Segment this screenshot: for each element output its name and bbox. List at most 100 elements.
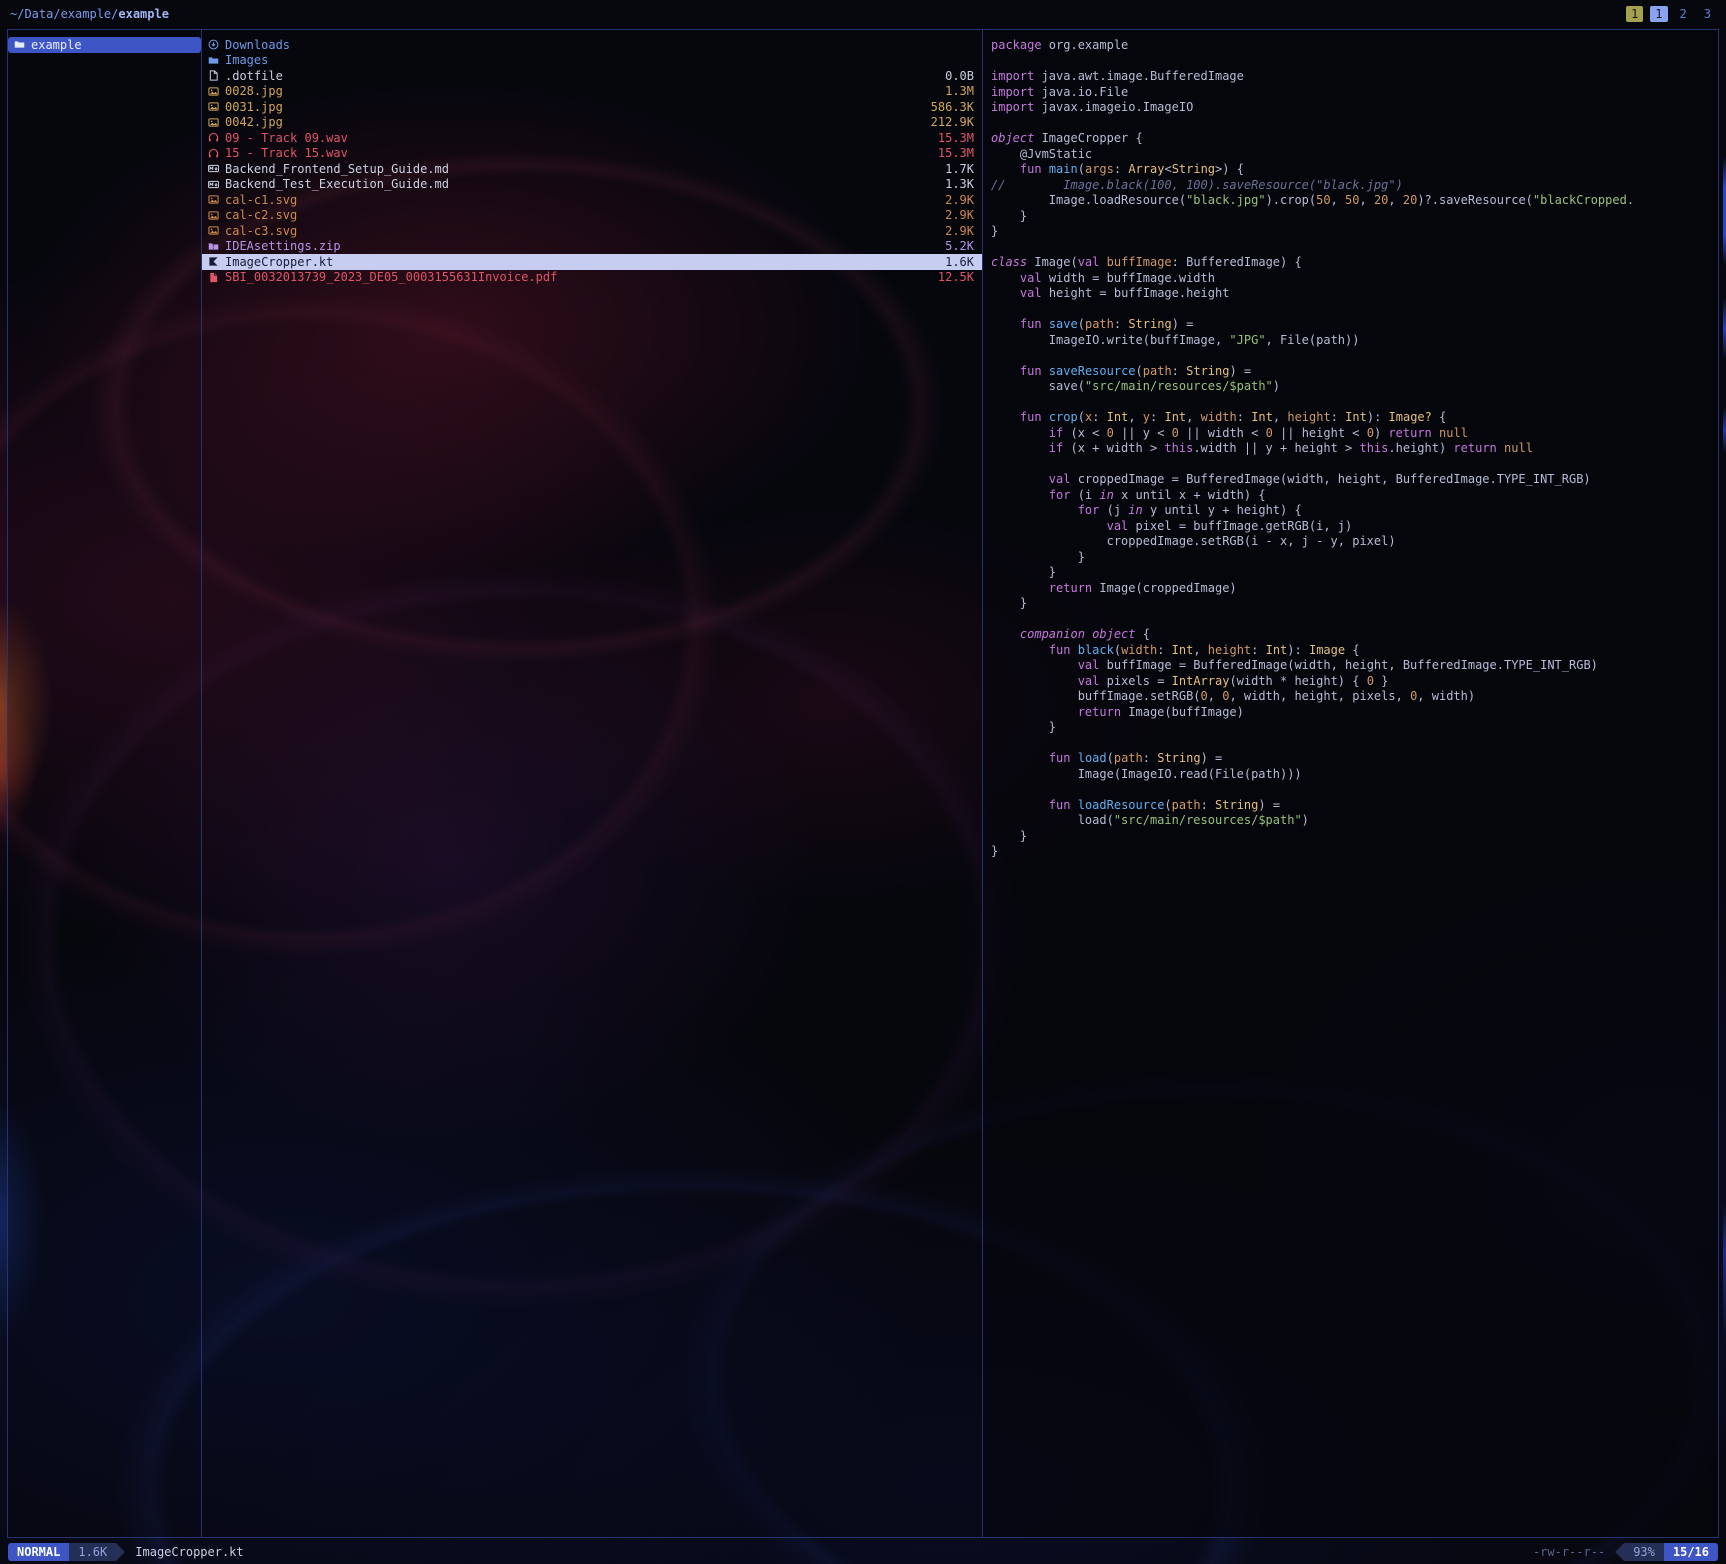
cursor-position-badge: 15/16 bbox=[1664, 1543, 1718, 1561]
code-line: val width = buffImage.width bbox=[991, 271, 1718, 287]
code-line: } bbox=[991, 596, 1718, 612]
code-line: ImageIO.write(buffImage, "JPG", File(pat… bbox=[991, 333, 1718, 349]
code-line: val pixels = IntArray(width * height) { … bbox=[991, 674, 1718, 690]
zip-icon bbox=[208, 241, 225, 252]
file-row[interactable]: IDEAsettings.zip5.2K bbox=[202, 239, 982, 255]
file-size: 15.3M bbox=[938, 146, 974, 160]
tab-bar: 1123 bbox=[1619, 6, 1716, 22]
file-size: 15.3M bbox=[938, 131, 974, 145]
image-icon bbox=[208, 86, 225, 97]
code-line: val buffImage = BufferedImage(width, hei… bbox=[991, 658, 1718, 674]
code-line bbox=[991, 782, 1718, 798]
powerline-arrow-icon bbox=[116, 1543, 125, 1561]
code-line: class Image(val buffImage: BufferedImage… bbox=[991, 255, 1718, 271]
file-row[interactable]: SBI_0032013739_2023_DE05_0003155631Invoi… bbox=[202, 270, 982, 286]
code-line: import java.io.File bbox=[991, 85, 1718, 101]
code-line: croppedImage.setRGB(i - x, j - y, pixel) bbox=[991, 534, 1718, 550]
code-line: } bbox=[991, 720, 1718, 736]
file-size: 1.6K bbox=[945, 255, 974, 269]
code-line: fun black(width: Int, height: Int): Imag… bbox=[991, 643, 1718, 659]
tab-3[interactable]: 3 bbox=[1699, 6, 1716, 22]
file-list-pane[interactable]: DownloadsImages.dotfile0.0B0028.jpg1.3M0… bbox=[202, 30, 982, 1537]
file-name: 0042.jpg bbox=[225, 115, 921, 129]
code-line: } bbox=[991, 829, 1718, 845]
code-line: save("src/main/resources/$path") bbox=[991, 379, 1718, 395]
file-size: 5.2K bbox=[945, 239, 974, 253]
code-line: return Image(croppedImage) bbox=[991, 581, 1718, 597]
file-name: Backend_Test_Execution_Guide.md bbox=[225, 177, 935, 191]
file-row[interactable]: Backend_Frontend_Setup_Guide.md1.7K bbox=[202, 161, 982, 177]
downloads-icon bbox=[208, 39, 225, 50]
file-row[interactable]: example bbox=[8, 37, 201, 53]
code-line: fun main(args: Array<String>) { bbox=[991, 162, 1718, 178]
code-line: } bbox=[991, 209, 1718, 225]
code-line: import java.awt.image.BufferedImage bbox=[991, 69, 1718, 85]
audio-icon bbox=[208, 132, 225, 143]
image-icon bbox=[208, 225, 225, 236]
tab-1[interactable]: 1 bbox=[1650, 6, 1667, 22]
file-name: .dotfile bbox=[225, 69, 935, 83]
file-size: 1.3K bbox=[945, 177, 974, 191]
parent-pane[interactable]: example bbox=[8, 30, 201, 1537]
file-permissions: -rw-r--r-- bbox=[1533, 1545, 1605, 1559]
file-size: 0.0B bbox=[945, 69, 974, 83]
code-line: if (x < 0 || y < 0 || width < 0 || heigh… bbox=[991, 426, 1718, 442]
code-line: Image(ImageIO.read(File(path))) bbox=[991, 767, 1718, 783]
code-line: fun save(path: String) = bbox=[991, 317, 1718, 333]
file-size: 2.9K bbox=[945, 193, 974, 207]
file-row[interactable]: Downloads bbox=[202, 37, 982, 53]
code-line: import javax.imageio.ImageIO bbox=[991, 100, 1718, 116]
terminal-screen: ~/Data/example/example 1123 example Down… bbox=[0, 0, 1726, 1564]
file-row[interactable]: 0028.jpg1.3M bbox=[202, 84, 982, 100]
file-size: 2.9K bbox=[945, 224, 974, 238]
file-row[interactable]: cal-c3.svg 2.9K bbox=[202, 223, 982, 239]
pdf-icon bbox=[208, 272, 225, 283]
file-size-badge: 1.6K bbox=[69, 1543, 116, 1561]
code-line: package org.example bbox=[991, 38, 1718, 54]
code-line bbox=[991, 395, 1718, 411]
status-bar: NORMAL 1.6K ImageCropper.kt -rw-r--r-- 9… bbox=[0, 1542, 1726, 1562]
code-line bbox=[991, 240, 1718, 256]
file-row[interactable]: Images bbox=[202, 53, 982, 69]
path-current: example bbox=[118, 7, 169, 21]
code-line: // Image.black(100, 100).saveResource("b… bbox=[991, 178, 1718, 194]
path-prefix: ~/Data/example/ bbox=[10, 7, 118, 21]
code-line bbox=[991, 302, 1718, 318]
code-line: @JvmStatic bbox=[991, 147, 1718, 163]
mode-badge: NORMAL bbox=[8, 1543, 69, 1561]
file-row[interactable]: ImageCropper.kt1.6K bbox=[202, 254, 982, 270]
code-line: if (x + width > this.width || y + height… bbox=[991, 441, 1718, 457]
file-row[interactable]: .dotfile 0.0B bbox=[202, 68, 982, 84]
folder-icon bbox=[14, 39, 31, 50]
code-line: Image.loadResource("black.jpg").crop(50,… bbox=[991, 193, 1718, 209]
code-preview[interactable]: package org.example import java.awt.imag… bbox=[983, 30, 1718, 1537]
file-row[interactable]: 15 - Track 15.wav15.3M bbox=[202, 146, 982, 162]
powerline-arrow-icon bbox=[1615, 1543, 1624, 1561]
image-icon bbox=[208, 210, 225, 221]
code-line: for (i in x until x + width) { bbox=[991, 488, 1718, 504]
tab-1[interactable]: 1 bbox=[1626, 6, 1643, 22]
file-name: 0031.jpg bbox=[225, 100, 921, 114]
audio-icon bbox=[208, 148, 225, 159]
code-line: fun saveResource(path: String) = bbox=[991, 364, 1718, 380]
code-line: buffImage.setRGB(0, 0, width, height, pi… bbox=[991, 689, 1718, 705]
file-name: cal-c2.svg bbox=[225, 208, 935, 222]
code-line: } bbox=[991, 224, 1718, 240]
file-size: 1.3M bbox=[945, 84, 974, 98]
file-name: SBI_0032013739_2023_DE05_0003155631Invoi… bbox=[225, 270, 928, 284]
file-size: 212.9K bbox=[931, 115, 974, 129]
file-name: cal-c3.svg bbox=[225, 224, 935, 238]
file-row[interactable]: 0042.jpg 212.9K bbox=[202, 115, 982, 131]
file-row[interactable]: 09 - Track 09.wav15.3M bbox=[202, 130, 982, 146]
breadcrumb: ~/Data/example/example bbox=[10, 7, 169, 21]
folder-icon bbox=[208, 55, 225, 66]
code-line: val pixel = buffImage.getRGB(i, j) bbox=[991, 519, 1718, 535]
file-row[interactable]: cal-c1.svg 2.9K bbox=[202, 192, 982, 208]
file-name: cal-c1.svg bbox=[225, 193, 935, 207]
code-line: } bbox=[991, 844, 1718, 860]
file-row[interactable]: cal-c2.svg2.9K bbox=[202, 208, 982, 224]
file-row[interactable]: Backend_Test_Execution_Guide.md 1.3K bbox=[202, 177, 982, 193]
file-row[interactable]: 0031.jpg586.3K bbox=[202, 99, 982, 115]
tab-2[interactable]: 2 bbox=[1675, 6, 1692, 22]
kotlin-icon bbox=[208, 256, 225, 267]
